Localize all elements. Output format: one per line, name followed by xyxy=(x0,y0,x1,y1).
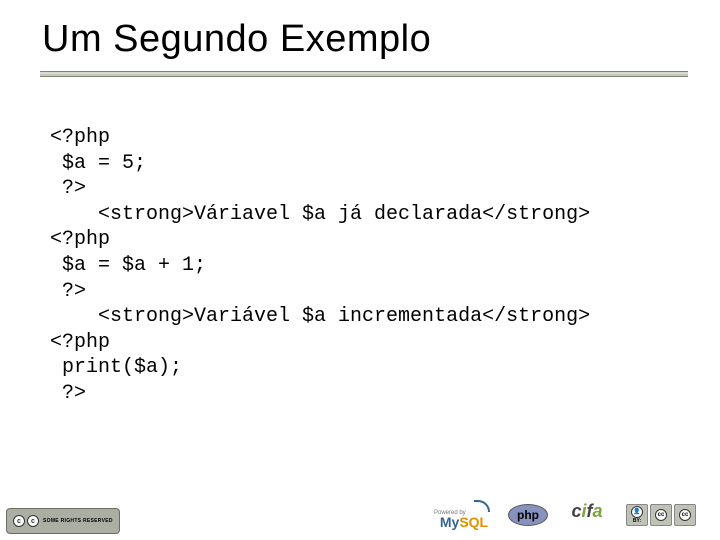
code-example: <?php $a = 5; ?> <strong>Váriavel $a já … xyxy=(40,125,688,407)
code-line: print($a); xyxy=(62,356,182,379)
code-line: <strong>Variável $a incrementada</strong… xyxy=(50,305,590,328)
cc-by-badge: 👤 BY: xyxy=(626,504,648,526)
cc-rights-text: SOME RIGHTS RESERVED xyxy=(43,519,113,524)
mysql-my: My xyxy=(440,514,459,530)
person-icon: 👤 xyxy=(631,506,643,518)
code-line: $a = 5; xyxy=(62,152,146,175)
title-block: Um Segundo Exemplo xyxy=(40,18,688,77)
slide: Um Segundo Exemplo <?php $a = 5; ?> <str… xyxy=(0,0,720,540)
code-line: ?> xyxy=(62,177,86,200)
cc-by-badges: 👤 BY: cc cc xyxy=(626,504,696,526)
cifa-letter: a xyxy=(593,501,603,522)
code-line: ?> xyxy=(62,280,86,303)
code-line: ?> xyxy=(62,382,86,405)
by-label: BY: xyxy=(633,519,641,524)
cc-circles-icon: c c xyxy=(13,515,39,527)
code-line: <strong>Váriavel $a já declarada</strong… xyxy=(50,203,590,226)
code-line: <?php xyxy=(50,126,110,149)
footer-logos: Powered by MySQL php cifa 👤 BY: cc cc xyxy=(434,501,696,529)
code-line: $a = $a + 1; xyxy=(62,254,206,277)
cc-some-rights-badge: c c SOME RIGHTS RESERVED xyxy=(6,508,120,534)
title-underline xyxy=(40,71,688,77)
code-line: <?php xyxy=(50,228,110,251)
cifa-letter: c xyxy=(571,501,581,522)
cc-badge-small: cc xyxy=(650,504,672,526)
code-line: <?php xyxy=(50,331,110,354)
cc-icon: cc xyxy=(679,509,691,521)
mysql-wordmark: MySQL xyxy=(440,515,488,529)
mysql-logo: Powered by MySQL xyxy=(434,501,494,529)
cc-icon: cc xyxy=(655,509,667,521)
php-logo: php xyxy=(508,504,548,526)
cc-badge-small: cc xyxy=(674,504,696,526)
slide-title: Um Segundo Exemplo xyxy=(40,18,688,61)
cc-circle-icon: c xyxy=(27,515,39,527)
mysql-sql: SQL xyxy=(459,514,488,530)
mysql-dolphin-icon xyxy=(472,501,490,512)
cifa-logo: cifa xyxy=(562,501,612,529)
footer: c c SOME RIGHTS RESERVED Powered by MySQ… xyxy=(0,498,720,532)
cc-circle-icon: c xyxy=(13,515,25,527)
